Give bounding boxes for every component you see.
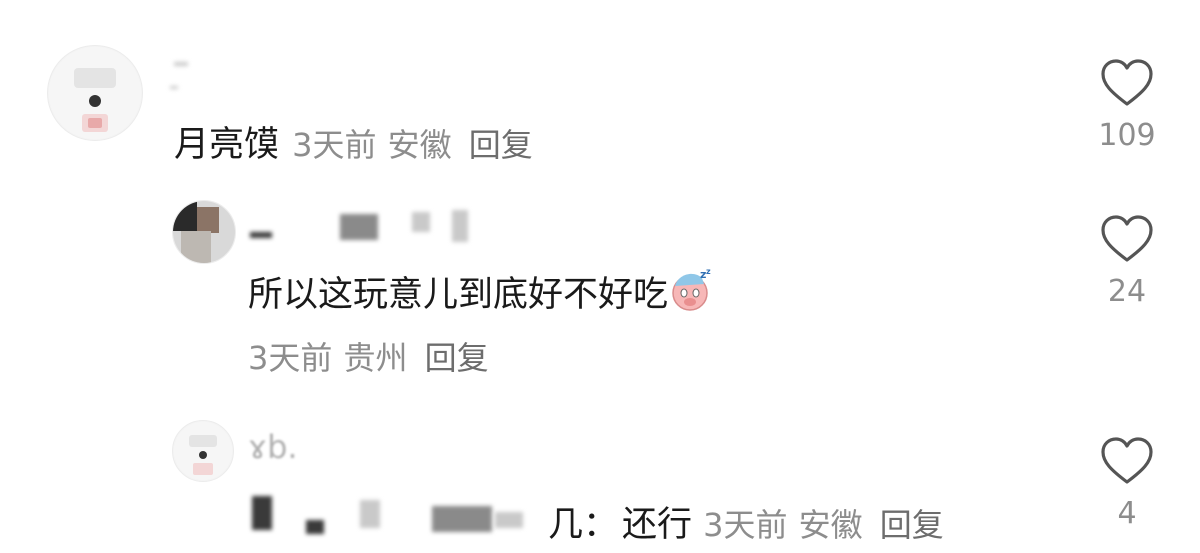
comment-time: 3天前 <box>703 506 788 544</box>
avatar[interactable] <box>172 420 234 482</box>
reply-button[interactable]: 回复 <box>469 126 533 164</box>
username-redacted <box>252 496 272 530</box>
comment-text: 所以这玩意儿到底好不好吃 <box>248 275 669 315</box>
comment-row: 几： 还行 3天前 安徽 回复 <box>548 496 944 547</box>
comment-row: 所以这玩意儿到底好不好吃 z z <box>248 266 714 317</box>
username-redacted <box>412 212 430 232</box>
comment-location: 贵州 <box>343 339 408 377</box>
svg-text:z: z <box>706 267 711 276</box>
username-redacted <box>452 210 468 242</box>
username-redacted <box>174 62 188 66</box>
avatar-image <box>173 201 235 263</box>
comment-time: 3天前 <box>292 126 377 164</box>
username-redacted <box>340 214 378 240</box>
comment-text: 还行 <box>622 505 693 545</box>
like-count: 24 <box>1107 274 1147 309</box>
avatar-image <box>174 422 232 480</box>
heart-icon <box>1101 215 1153 262</box>
avatar[interactable] <box>47 45 143 141</box>
like-button[interactable]: 4 <box>1097 436 1157 531</box>
username-redacted <box>495 512 523 528</box>
username-redacted <box>306 520 324 534</box>
username-fragment: ɤb. <box>248 428 298 466</box>
heart-icon <box>1101 437 1153 484</box>
comment-location: 安徽 <box>798 506 863 544</box>
avatar-image <box>49 47 141 139</box>
heart-icon <box>1101 59 1153 106</box>
comment-text-prefix: 几： <box>548 505 619 545</box>
sleeping-pig-emoji-icon: z z <box>668 266 714 312</box>
like-count: 109 <box>1098 118 1156 153</box>
comment-location: 安徽 <box>387 126 452 164</box>
comment-meta-row: 3天前 贵州 回复 <box>248 333 489 379</box>
comment-text: 月亮馍 <box>174 125 280 165</box>
username-redacted <box>432 506 492 532</box>
avatar[interactable] <box>172 200 236 264</box>
comment-row: 月亮馍 3天前 安徽 回复 <box>174 116 533 167</box>
comment-time: 3天前 <box>248 339 333 377</box>
like-button[interactable]: 24 <box>1097 214 1157 309</box>
like-count: 4 <box>1117 496 1137 531</box>
username-redacted <box>250 232 272 238</box>
reply-button[interactable]: 回复 <box>880 506 944 544</box>
username-redacted <box>360 500 380 528</box>
like-button[interactable]: 109 <box>1097 58 1157 153</box>
username-redacted <box>170 86 178 89</box>
reply-button[interactable]: 回复 <box>425 339 489 377</box>
